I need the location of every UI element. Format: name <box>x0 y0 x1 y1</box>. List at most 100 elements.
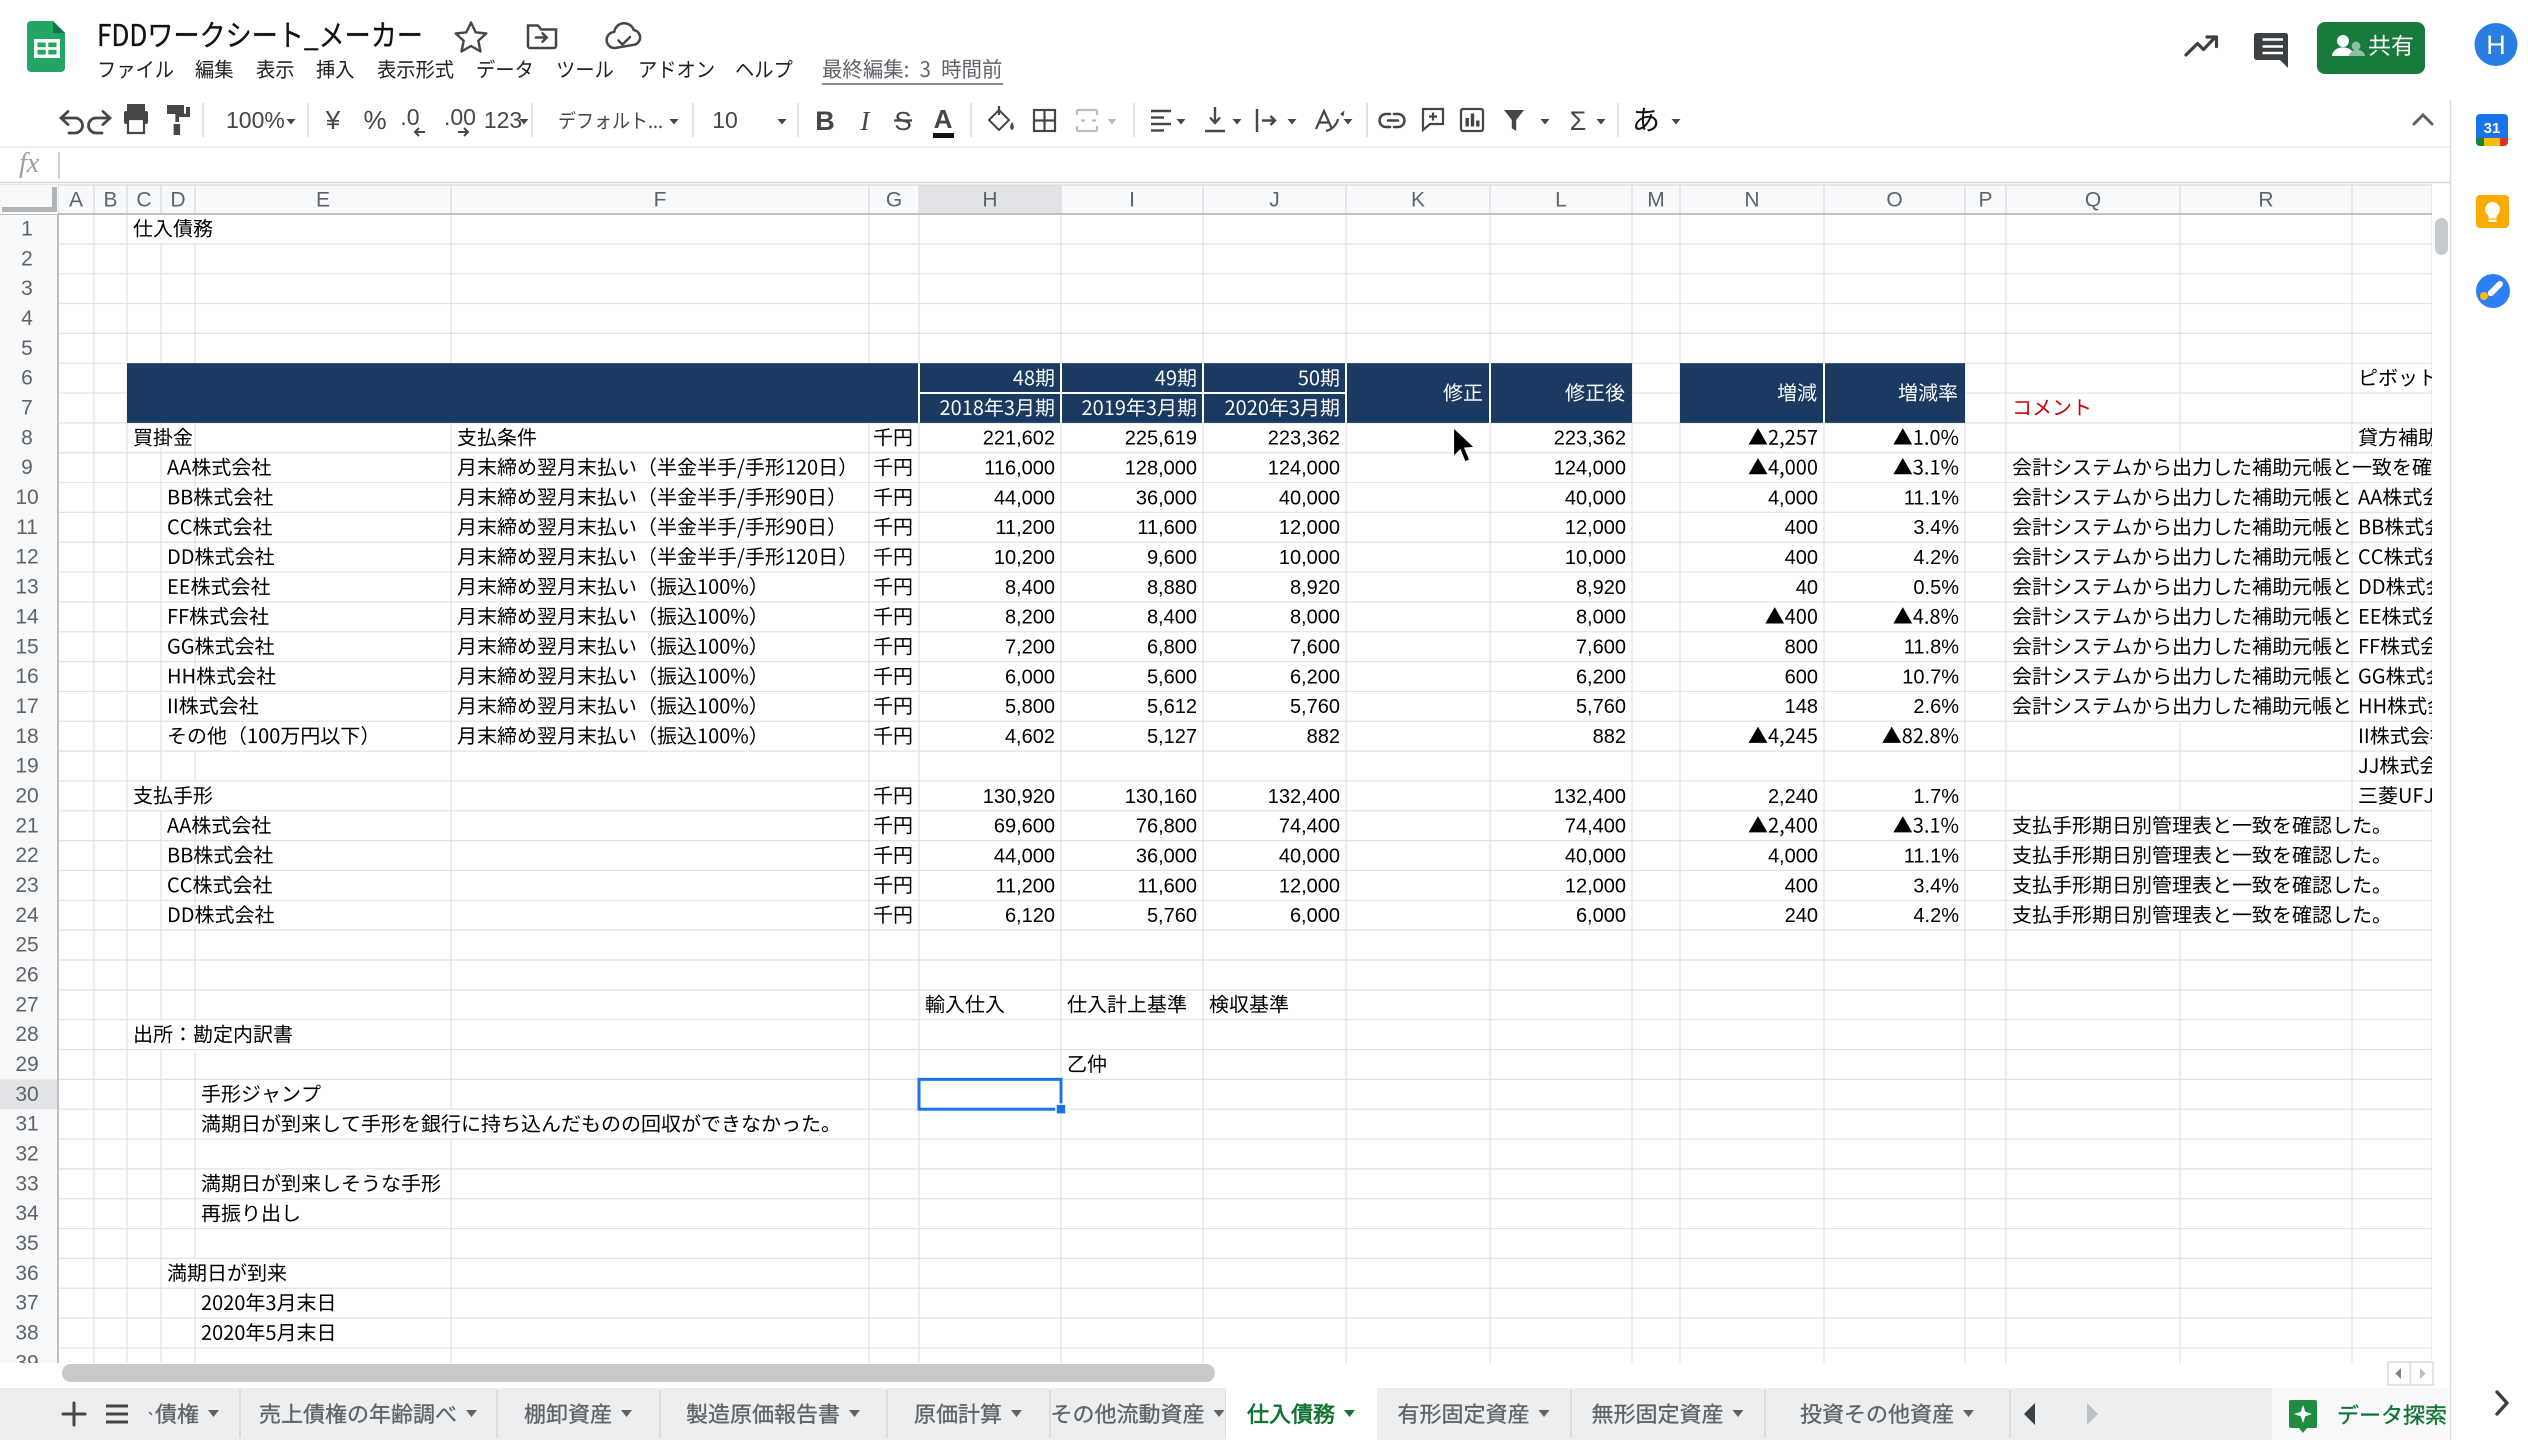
svg-text:7,600: 7,600 <box>1576 637 1626 659</box>
svg-text:6,000: 6,000 <box>1290 905 1340 927</box>
svg-text:31: 31 <box>15 1113 38 1136</box>
svg-text:10,000: 10,000 <box>1279 547 1340 569</box>
svg-text:7,600: 7,600 <box>1290 637 1340 659</box>
svg-text:17: 17 <box>15 695 38 718</box>
svg-text:76,800: 76,800 <box>1136 816 1197 838</box>
svg-text:G: G <box>886 189 902 212</box>
svg-text:3: 3 <box>21 277 33 300</box>
svg-text:K: K <box>1411 189 1425 212</box>
svg-text:5: 5 <box>21 337 33 360</box>
svg-text:6,000: 6,000 <box>1576 905 1626 927</box>
svg-text:400: 400 <box>1785 517 1818 539</box>
svg-text:34: 34 <box>15 1202 39 1225</box>
svg-text:H: H <box>982 189 997 212</box>
svg-text:¥: ¥ <box>325 105 341 135</box>
svg-text:221,602: 221,602 <box>983 428 1055 450</box>
svg-text:132,400: 132,400 <box>1268 786 1340 808</box>
svg-text:24: 24 <box>15 904 39 927</box>
svg-text:20: 20 <box>15 784 38 807</box>
svg-text:11,600: 11,600 <box>1137 875 1197 897</box>
svg-text:16: 16 <box>15 665 38 688</box>
svg-text:12,000: 12,000 <box>1279 875 1340 897</box>
svg-text:11,600: 11,600 <box>1137 517 1197 539</box>
svg-text:M: M <box>1647 189 1665 212</box>
svg-text:8,400: 8,400 <box>1005 577 1055 599</box>
svg-text:E: E <box>316 189 330 212</box>
svg-text:8,000: 8,000 <box>1290 607 1340 629</box>
svg-text:74,400: 74,400 <box>1565 816 1626 838</box>
svg-text:123: 123 <box>484 107 522 133</box>
svg-text:130,160: 130,160 <box>1125 786 1197 808</box>
svg-text:9,600: 9,600 <box>1147 547 1197 569</box>
svg-text:3.4%: 3.4% <box>1913 517 1959 539</box>
svg-text:882: 882 <box>1593 726 1626 748</box>
svg-text:.0: .0 <box>400 104 419 130</box>
svg-text:7: 7 <box>21 397 33 420</box>
svg-text:12: 12 <box>15 546 38 569</box>
svg-text:8: 8 <box>21 426 33 449</box>
svg-text:N: N <box>1744 189 1759 212</box>
svg-text:44,000: 44,000 <box>994 845 1055 867</box>
svg-text:40,000: 40,000 <box>1565 845 1626 867</box>
svg-text:130,920: 130,920 <box>983 786 1055 808</box>
svg-text:74,400: 74,400 <box>1279 816 1340 838</box>
svg-text:5,760: 5,760 <box>1290 696 1340 718</box>
svg-text:5,612: 5,612 <box>1147 696 1197 718</box>
svg-text:4.2%: 4.2% <box>1913 905 1959 927</box>
svg-text:30: 30 <box>15 1083 38 1106</box>
svg-text:4,000: 4,000 <box>1768 487 1818 509</box>
svg-text:38: 38 <box>15 1322 38 1345</box>
svg-text:69,600: 69,600 <box>994 816 1055 838</box>
svg-text:J: J <box>1269 189 1280 212</box>
svg-text:2,240: 2,240 <box>1768 786 1818 808</box>
svg-text:128,000: 128,000 <box>1125 458 1197 480</box>
svg-text:B: B <box>815 106 835 136</box>
svg-text:28: 28 <box>15 1023 38 1046</box>
svg-text:8,000: 8,000 <box>1576 607 1626 629</box>
svg-text:40,000: 40,000 <box>1279 487 1340 509</box>
svg-text:29: 29 <box>15 1053 38 1076</box>
svg-text:6: 6 <box>21 367 33 390</box>
svg-text:9: 9 <box>21 456 33 479</box>
svg-text:L: L <box>1555 189 1567 212</box>
svg-text:40,000: 40,000 <box>1279 845 1340 867</box>
svg-text:%: % <box>363 105 386 135</box>
svg-text:225,619: 225,619 <box>1125 428 1197 450</box>
svg-text:27: 27 <box>15 993 38 1016</box>
svg-text:I: I <box>1129 189 1135 212</box>
svg-text:35: 35 <box>15 1232 38 1255</box>
svg-text:21: 21 <box>15 814 38 837</box>
svg-text:8,200: 8,200 <box>1005 607 1055 629</box>
svg-text:40,000: 40,000 <box>1565 487 1626 509</box>
svg-text:13: 13 <box>15 576 38 599</box>
svg-text:400: 400 <box>1785 875 1818 897</box>
svg-text:223,362: 223,362 <box>1554 428 1626 450</box>
svg-text:124,000: 124,000 <box>1554 458 1626 480</box>
svg-text:40: 40 <box>1796 577 1818 599</box>
svg-text:0.5%: 0.5% <box>1913 577 1959 599</box>
svg-text:25: 25 <box>15 934 38 957</box>
svg-text:5,127: 5,127 <box>1147 726 1197 748</box>
svg-text:800: 800 <box>1785 637 1818 659</box>
svg-text:32: 32 <box>15 1143 38 1166</box>
svg-text:882: 882 <box>1307 726 1340 748</box>
svg-text:O: O <box>1886 189 1902 212</box>
svg-text:6,200: 6,200 <box>1576 666 1626 688</box>
svg-text:124,000: 124,000 <box>1268 458 1340 480</box>
svg-text:10: 10 <box>15 486 38 509</box>
svg-text:37: 37 <box>15 1292 38 1315</box>
svg-text:11.1%: 11.1% <box>1904 487 1959 509</box>
svg-text:100%: 100% <box>226 107 285 133</box>
svg-text:4,000: 4,000 <box>1768 845 1818 867</box>
svg-text:22: 22 <box>15 844 38 867</box>
svg-text:400: 400 <box>1785 547 1818 569</box>
svg-text:2.6%: 2.6% <box>1913 696 1959 718</box>
svg-text:8,920: 8,920 <box>1290 577 1340 599</box>
svg-text:11.1%: 11.1% <box>1904 845 1959 867</box>
svg-text:3.4%: 3.4% <box>1913 875 1959 897</box>
svg-text:2: 2 <box>21 247 33 270</box>
svg-text:132,400: 132,400 <box>1554 786 1626 808</box>
svg-text:223,362: 223,362 <box>1268 428 1340 450</box>
svg-text:A: A <box>934 104 953 134</box>
svg-text:6,200: 6,200 <box>1290 666 1340 688</box>
